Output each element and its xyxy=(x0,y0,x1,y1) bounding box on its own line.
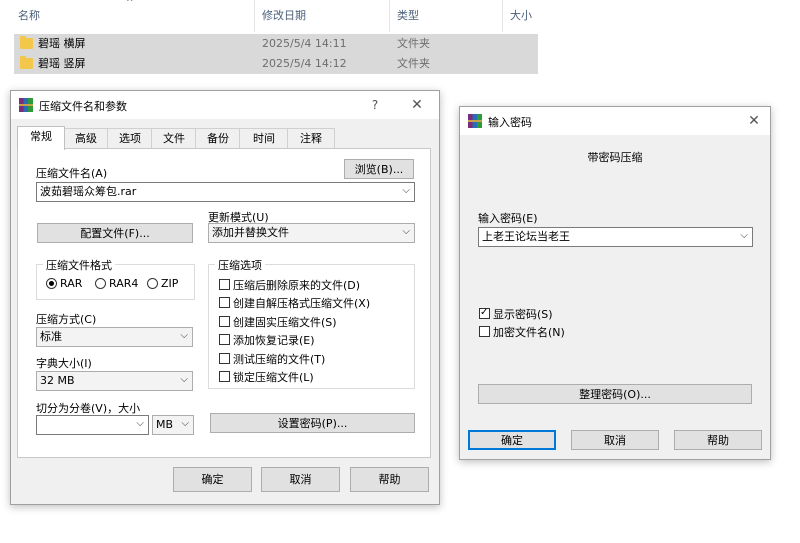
column-divider[interactable] xyxy=(389,0,390,32)
file-date: 2025/5/4 14:12 xyxy=(262,57,347,70)
delete-after-label[interactable]: 压缩后删除原来的文件(D) xyxy=(233,277,360,293)
password-value: 上老王论坛当老王 xyxy=(482,230,570,243)
split-volumes-label: 切分为分卷(V)，大小 xyxy=(36,402,141,415)
chevron-down-icon[interactable]: ⌵ xyxy=(180,328,188,345)
split-unit-value: MB xyxy=(156,418,174,431)
archive-name-label: 压缩文件名(A) xyxy=(36,167,108,180)
compression-method-value: 标准 xyxy=(40,330,62,343)
format-rar-radio[interactable] xyxy=(46,278,57,289)
organize-passwords-button[interactable]: 整理密码(O)... xyxy=(478,384,752,404)
archive-name-value: 波茹碧瑶众筹包.rar xyxy=(40,185,137,198)
file-type: 文件夹 xyxy=(397,37,430,50)
tab-comment[interactable]: 注释 xyxy=(287,128,335,149)
file-row[interactable]: 碧瑶 横屏 2025/5/4 14:11 文件夹 xyxy=(14,34,538,54)
column-divider[interactable] xyxy=(254,0,255,32)
split-size-input[interactable]: ⌵ xyxy=(36,415,149,435)
format-rar4-label[interactable]: RAR4 xyxy=(109,277,138,290)
encrypt-filenames-checkbox[interactable] xyxy=(479,326,490,337)
chevron-down-icon[interactable]: ⌵ xyxy=(740,228,748,245)
password-heading: 带密码压缩 xyxy=(587,151,643,164)
file-name: 碧瑶 竖屏 xyxy=(38,57,86,70)
recovery-record-label[interactable]: 添加恢复记录(E) xyxy=(233,332,315,348)
cancel-button[interactable]: 取消 xyxy=(571,430,659,450)
update-mode-value: 添加并替换文件 xyxy=(212,226,289,239)
chevron-down-icon[interactable]: ⌵ xyxy=(402,183,410,200)
browse-button[interactable]: 浏览(B)... xyxy=(344,159,414,179)
archive-format-group: 压缩文件格式 RAR RAR4 ZIP xyxy=(36,257,195,300)
sfx-checkbox[interactable] xyxy=(219,297,230,308)
encrypt-filenames-label[interactable]: 加密文件名(N) xyxy=(493,324,565,340)
dialog-title: 输入密码 xyxy=(488,116,532,129)
archive-options-group: 压缩选项 压缩后删除原来的文件(D) 创建自解压格式压缩文件(X) 创建固实压缩… xyxy=(208,257,415,389)
dictionary-size-label: 字典大小(I) xyxy=(36,357,92,370)
chevron-down-icon[interactable]: ⌵ xyxy=(402,224,410,241)
tab-options[interactable]: 选项 xyxy=(107,128,153,149)
column-type[interactable]: 类型 xyxy=(391,0,505,32)
help-button[interactable]: 帮助 xyxy=(350,467,429,492)
dialog-title: 压缩文件名和参数 xyxy=(39,100,127,113)
show-password-label[interactable]: 显示密码(S) xyxy=(493,306,553,322)
close-icon[interactable]: ✕ xyxy=(407,95,427,115)
chevron-down-icon[interactable]: ⌵ xyxy=(136,416,144,433)
tab-backup[interactable]: 备份 xyxy=(195,128,241,149)
update-mode-select[interactable]: 添加并替换文件 ⌵ xyxy=(208,223,415,243)
help-button[interactable]: 帮助 xyxy=(674,430,762,450)
archive-parameters-dialog: 压缩文件名和参数 ? ✕ 常规 高级 选项 文件 备份 时间 注释 压缩文件名(… xyxy=(10,90,440,505)
delete-after-checkbox[interactable] xyxy=(219,279,230,290)
tab-time[interactable]: 时间 xyxy=(239,128,289,149)
column-divider[interactable] xyxy=(502,0,503,32)
file-type: 文件夹 xyxy=(397,57,430,70)
tab-advanced[interactable]: 高级 xyxy=(63,128,109,149)
format-zip-radio[interactable] xyxy=(147,278,158,289)
close-icon[interactable]: ✕ xyxy=(744,111,764,131)
format-rar-label[interactable]: RAR xyxy=(60,277,82,290)
winrar-icon xyxy=(468,114,482,128)
format-zip-label[interactable]: ZIP xyxy=(161,277,178,290)
dialog-titlebar[interactable]: 压缩文件名和参数 ? ✕ xyxy=(11,91,439,119)
profiles-button[interactable]: 配置文件(F)... xyxy=(37,223,193,243)
folder-icon xyxy=(20,56,33,69)
general-tab-panel: 压缩文件名(A) 浏览(B)... 波茹碧瑶众筹包.rar ⌵ 更新模式(U) … xyxy=(17,148,431,458)
lock-archive-label[interactable]: 锁定压缩文件(L) xyxy=(233,369,314,385)
enter-password-dialog: 输入密码 ✕ 带密码压缩 输入密码(E) 上老王论坛当老王 ⌵ 显示密码(S) … xyxy=(459,106,771,460)
dialog-titlebar[interactable]: 输入密码 ✕ xyxy=(460,107,770,135)
show-password-checkbox[interactable] xyxy=(479,306,490,320)
winrar-icon xyxy=(19,98,33,112)
archive-name-input[interactable]: 波茹碧瑶众筹包.rar ⌵ xyxy=(36,182,415,202)
tab-general[interactable]: 常规 xyxy=(17,126,65,150)
folder-icon xyxy=(20,36,33,49)
cancel-button[interactable]: 取消 xyxy=(261,467,340,492)
compression-method-select[interactable]: 标准 ⌵ xyxy=(36,327,193,347)
solid-label[interactable]: 创建固实压缩文件(S) xyxy=(233,314,337,330)
test-files-label[interactable]: 测试压缩的文件(T) xyxy=(233,351,325,367)
column-size[interactable]: 大小 xyxy=(504,0,570,32)
file-date: 2025/5/4 14:11 xyxy=(262,37,347,50)
compression-method-label: 压缩方式(C) xyxy=(36,313,97,326)
set-password-button[interactable]: 设置密码(P)... xyxy=(210,413,415,433)
dictionary-size-value: 32 MB xyxy=(40,374,75,387)
ok-button[interactable]: 确定 xyxy=(173,467,252,492)
format-rar4-radio[interactable] xyxy=(95,278,106,289)
dictionary-size-select[interactable]: 32 MB ⌵ xyxy=(36,371,193,391)
sfx-label[interactable]: 创建自解压格式压缩文件(X) xyxy=(233,295,370,311)
archive-format-title: 压缩文件格式 xyxy=(43,257,115,273)
enter-password-label: 输入密码(E) xyxy=(478,212,538,225)
test-files-checkbox[interactable] xyxy=(219,353,230,364)
lock-archive-checkbox[interactable] xyxy=(219,371,230,382)
help-icon[interactable]: ? xyxy=(365,95,385,115)
ok-button[interactable]: 确定 xyxy=(468,430,556,450)
chevron-down-icon[interactable]: ⌵ xyxy=(180,372,188,389)
password-input[interactable]: 上老王论坛当老王 ⌵ xyxy=(478,227,753,247)
archive-options-title: 压缩选项 xyxy=(215,257,265,273)
file-list-header: 名称 ^ 修改日期 类型 大小 xyxy=(0,0,800,32)
recovery-record-checkbox[interactable] xyxy=(219,334,230,345)
tab-files[interactable]: 文件 xyxy=(151,128,197,149)
chevron-down-icon[interactable]: ⌵ xyxy=(181,416,189,433)
file-row[interactable]: 碧瑶 竖屏 2025/5/4 14:12 文件夹 xyxy=(14,54,538,74)
solid-checkbox[interactable] xyxy=(219,316,230,327)
sort-ascending-icon: ^ xyxy=(126,0,134,8)
file-name: 碧瑶 横屏 xyxy=(38,37,86,50)
split-unit-select[interactable]: MB ⌵ xyxy=(152,415,194,435)
column-modified-date[interactable]: 修改日期 xyxy=(256,0,392,32)
